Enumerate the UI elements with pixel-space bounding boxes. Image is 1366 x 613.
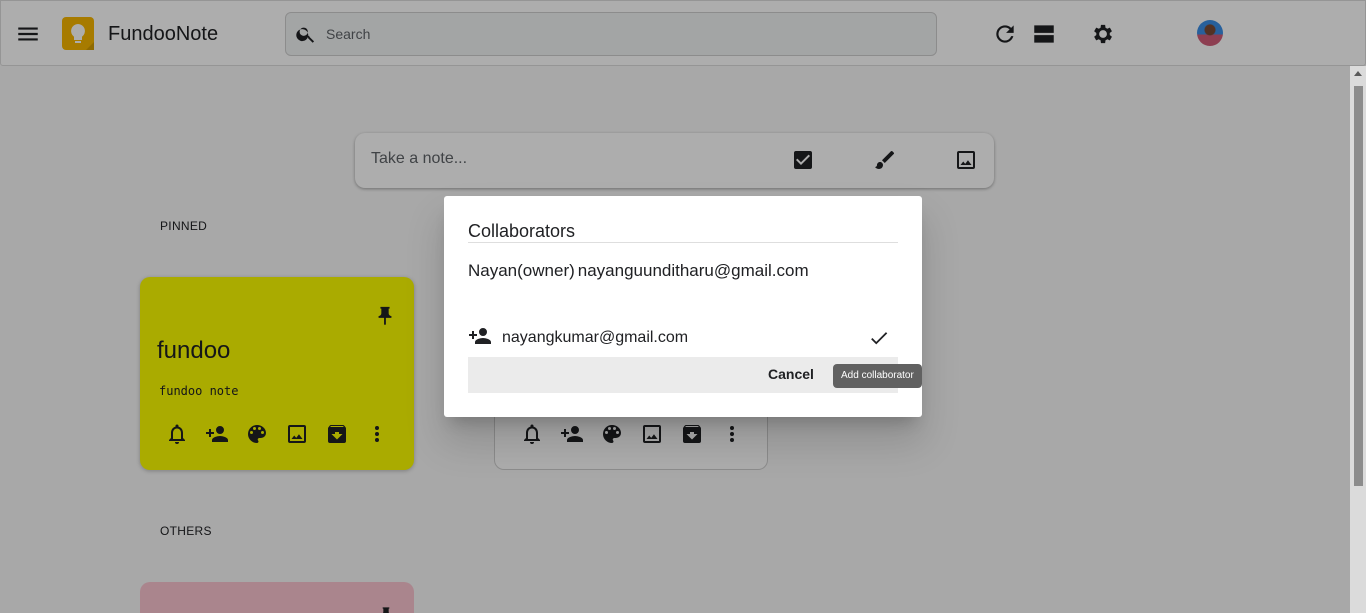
owner-name: Nayan(owner) — [468, 261, 575, 280]
add-person-icon — [468, 324, 492, 353]
scrollbar-thumb[interactable] — [1354, 86, 1363, 486]
cancel-button[interactable]: Cancel — [768, 366, 814, 382]
collaborator-entry: nayangkumar@gmail.com — [468, 324, 898, 352]
dialog-divider — [468, 242, 898, 243]
owner-email: nayanguunditharu@gmail.com — [577, 261, 809, 280]
collaborator-email[interactable]: nayangkumar@gmail.com — [502, 329, 688, 347]
owner-entry: Nayan(owner) nayanguunditharu@gmail.com — [468, 261, 809, 281]
scroll-up-icon[interactable] — [1354, 71, 1362, 76]
add-collaborator-tooltip: Add collaborator — [833, 364, 922, 388]
page-scrollbar[interactable] — [1350, 66, 1366, 613]
dialog-title: Collaborators — [468, 221, 576, 241]
check-icon[interactable] — [868, 327, 890, 354]
